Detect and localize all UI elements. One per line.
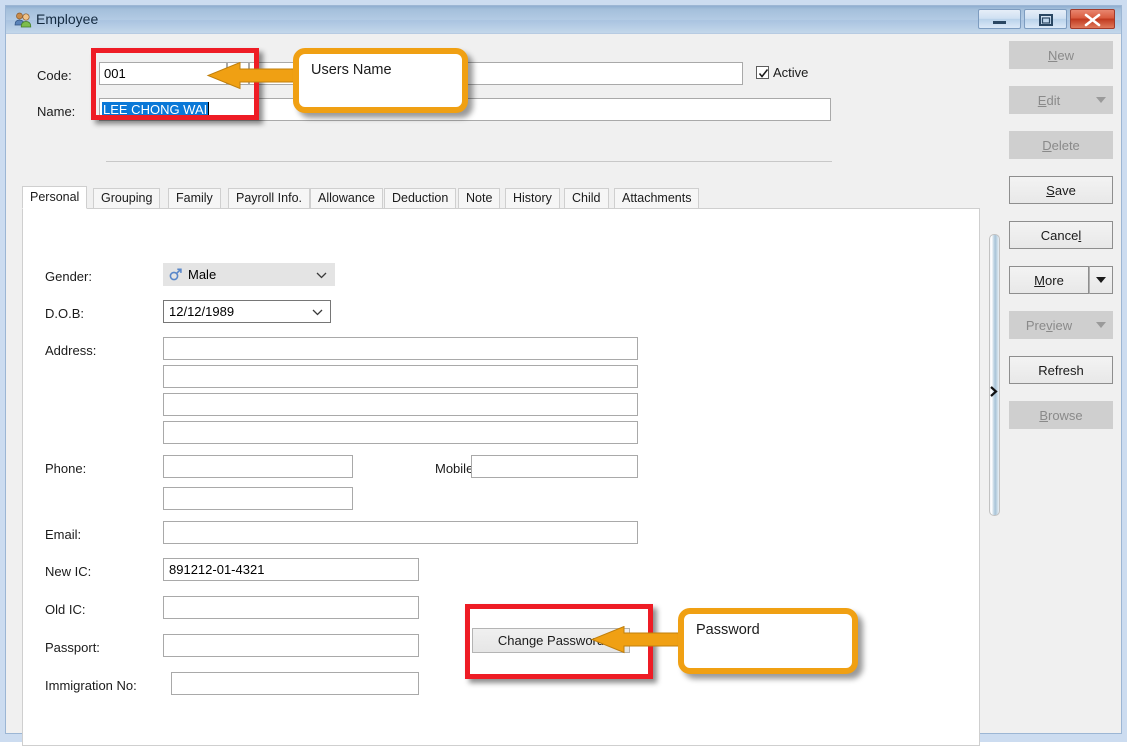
active-checkbox[interactable] [756, 66, 769, 79]
phone-input[interactable] [163, 455, 353, 478]
window-frame: Employee Code: 001 [0, 0, 1127, 742]
callout-password-text: Password [696, 622, 760, 638]
window-title: Employee [36, 11, 98, 27]
users-icon [14, 11, 32, 29]
new-button[interactable]: New [1009, 41, 1113, 69]
gender-value: Male [188, 266, 216, 283]
preview-button[interactable]: Preview [1009, 311, 1089, 339]
address-label: Address: [45, 343, 96, 358]
delete-button[interactable]: Delete [1009, 131, 1113, 159]
male-symbol-icon [169, 268, 182, 281]
maximize-button[interactable] [1024, 9, 1067, 29]
refresh-button[interactable]: Refresh [1009, 356, 1113, 384]
title-bar[interactable]: Employee [6, 6, 1121, 34]
header-separator [106, 161, 832, 162]
tab-strip[interactable]: Personal Grouping Family Payroll Info. A… [22, 186, 980, 208]
minimize-button[interactable] [978, 9, 1021, 29]
address-line-1-input[interactable] [163, 337, 638, 360]
tab-payroll-info[interactable]: Payroll Info. [228, 188, 310, 208]
tab-history[interactable]: History [505, 188, 560, 208]
window-inner: Employee Code: 001 [5, 5, 1122, 734]
address-line-4-input[interactable] [163, 421, 638, 444]
close-icon [1071, 10, 1114, 28]
chevron-right-icon[interactable] [988, 385, 1001, 401]
maximize-icon [1025, 10, 1066, 28]
caret-down-icon [1096, 97, 1106, 104]
save-button[interactable]: Save [1009, 176, 1113, 204]
name-selected-text: LEE CHONG WAI [102, 102, 208, 117]
edit-dropdown-button[interactable] [1089, 86, 1113, 114]
email-input[interactable] [163, 521, 638, 544]
name-label: Name: [37, 104, 75, 119]
tab-grouping[interactable]: Grouping [93, 188, 160, 208]
old-ic-input[interactable] [163, 596, 419, 619]
close-button[interactable] [1070, 9, 1115, 29]
active-checkbox-group[interactable]: Active [756, 65, 808, 80]
tab-child[interactable]: Child [564, 188, 609, 208]
code-label: Code: [37, 68, 72, 83]
tab-personal[interactable]: Personal [22, 186, 87, 209]
more-button[interactable]: More [1009, 266, 1089, 294]
change-password-button[interactable]: Change Password [472, 628, 630, 653]
active-label: Active [773, 65, 808, 80]
cancel-button[interactable]: Cancel [1009, 221, 1113, 249]
mobile-input[interactable] [471, 455, 638, 478]
caret-down-icon [1096, 322, 1106, 329]
caret-down-icon [1096, 277, 1106, 284]
tab-family[interactable]: Family [168, 188, 221, 208]
immigration-no-input[interactable] [171, 672, 419, 695]
old-ic-label: Old IC: [45, 602, 85, 617]
edit-button[interactable]: Edit [1009, 86, 1089, 114]
tab-attachments[interactable]: Attachments [614, 188, 699, 208]
panel-splitter[interactable] [989, 234, 1000, 516]
dob-value: 12/12/1989 [169, 303, 234, 320]
new-ic-label: New IC: [45, 564, 91, 579]
tab-deduction[interactable]: Deduction [384, 188, 456, 208]
address-line-2-input[interactable] [163, 365, 638, 388]
gender-select[interactable]: Male [163, 263, 335, 286]
email-label: Email: [45, 527, 81, 542]
tab-note[interactable]: Note [458, 188, 500, 208]
gender-label: Gender: [45, 269, 92, 284]
chevron-down-icon [312, 303, 323, 320]
address-line-3-input[interactable] [163, 393, 638, 416]
more-dropdown-button[interactable] [1089, 266, 1113, 294]
browse-button[interactable]: Browse [1009, 401, 1113, 429]
minimize-icon [979, 10, 1020, 28]
dob-label: D.O.B: [45, 306, 84, 321]
new-ic-input[interactable]: 891212-01-4321 [163, 558, 419, 581]
check-icon [758, 68, 769, 79]
code-input[interactable]: 001 [99, 62, 227, 85]
code-picker-button[interactable] [227, 62, 249, 85]
tab-allowance[interactable]: Allowance [310, 188, 383, 208]
chevron-down-icon [316, 266, 327, 283]
passport-label: Passport: [45, 640, 100, 655]
callout-password: Password [678, 608, 858, 674]
preview-dropdown-button[interactable] [1089, 311, 1113, 339]
callout-users-name: Users Name [293, 48, 468, 113]
passport-input[interactable] [163, 634, 419, 657]
phone-secondary-input[interactable] [163, 487, 353, 510]
client-area: Code: 001 Active Name: LEE CHONG WAI Per… [6, 34, 1121, 733]
phone-label: Phone: [45, 461, 86, 476]
callout-users-name-text: Users Name [311, 62, 392, 78]
text-caret [208, 102, 209, 117]
immigration-no-label: Immigration No: [45, 678, 137, 693]
dob-datepicker[interactable]: 12/12/1989 [163, 300, 331, 323]
